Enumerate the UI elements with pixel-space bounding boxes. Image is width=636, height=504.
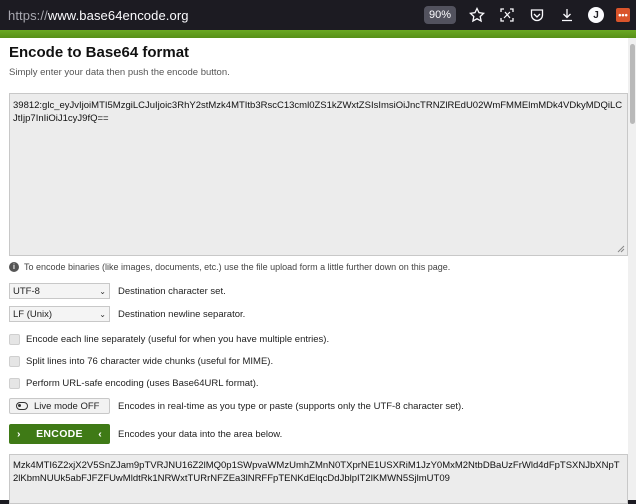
chevron-down-icon: ⌄ xyxy=(99,309,106,319)
newline-select[interactable]: LF (Unix) ⌄ xyxy=(9,306,110,322)
header-strip xyxy=(0,30,636,38)
zoom-indicator[interactable]: 90% xyxy=(423,6,456,24)
chevron-down-icon: ⌄ xyxy=(99,286,106,296)
live-mode-label: Live mode OFF xyxy=(34,400,100,412)
url-safe-row: Perform URL-safe encoding (uses Base64UR… xyxy=(9,378,619,389)
bookmark-star-icon[interactable] xyxy=(468,6,486,24)
page-title: Encode to Base64 format xyxy=(9,44,190,61)
encode-panel: Encode to Base64 format Simply enter you… xyxy=(0,38,628,504)
pocket-icon[interactable] xyxy=(528,6,546,24)
source-input-text: 39812:glc_eyJvIjoiMTI5MzgiLCJuIjoic3RhY2… xyxy=(13,100,623,124)
url-scheme: https:// xyxy=(8,7,48,23)
account-avatar[interactable]: J xyxy=(588,7,604,23)
browser-toolbar: https://www.base64encode.org 90% J ••• xyxy=(0,0,636,30)
encode-button-label: ENCODE xyxy=(36,428,83,440)
split-lines-label[interactable]: Split lines into 76 character wide chunk… xyxy=(26,356,273,367)
charset-row: UTF-8 ⌄ Destination character set. xyxy=(9,283,619,299)
charset-label: Destination character set. xyxy=(118,285,226,297)
split-lines-row: Split lines into 76 character wide chunk… xyxy=(9,356,619,367)
encode-row: › ENCODE ‹ Encodes your data into the ar… xyxy=(9,424,619,444)
screenshot-icon[interactable] xyxy=(498,6,516,24)
split-lines-checkbox[interactable] xyxy=(9,356,20,367)
url-safe-label[interactable]: Perform URL-safe encoding (uses Base64UR… xyxy=(26,378,259,389)
downloads-icon[interactable] xyxy=(558,6,576,24)
chevron-left-icon: ‹ xyxy=(98,428,102,440)
charset-select[interactable]: UTF-8 ⌄ xyxy=(9,283,110,299)
extension-icon[interactable]: ••• xyxy=(616,8,630,22)
page-subtitle: Simply enter your data then push the enc… xyxy=(9,67,230,78)
address-bar[interactable]: https://www.base64encode.org xyxy=(8,8,189,23)
url-safe-checkbox[interactable] xyxy=(9,378,20,389)
page-scrollbar[interactable] xyxy=(628,38,636,500)
live-mode-description: Encodes in real-time as you type or past… xyxy=(118,400,464,412)
newline-label: Destination newline separator. xyxy=(118,308,246,320)
encode-button[interactable]: › ENCODE ‹ xyxy=(9,424,110,444)
chevron-right-icon: › xyxy=(17,428,21,440)
info-icon: i xyxy=(9,262,19,272)
source-input[interactable]: 39812:glc_eyJvIjoiMTI5MzgiLCJuIjoic3RhY2… xyxy=(9,93,628,256)
result-output[interactable]: Mzk4MTI6Z2xjX2V5SnZJam9pTVRJNU16Z2lMQ0p1… xyxy=(9,454,628,504)
encode-description: Encodes your data into the area below. xyxy=(118,428,283,440)
binary-note-text: To encode binaries (like images, documen… xyxy=(24,262,451,272)
each-line-row: Encode each line separately (useful for … xyxy=(9,334,619,345)
url-host: www.base64encode.org xyxy=(47,7,189,23)
toggle-icon xyxy=(16,402,28,410)
newline-value: LF (Unix) xyxy=(13,308,53,320)
page-background: Encode to Base64 format Simply enter you… xyxy=(0,30,636,504)
newline-row: LF (Unix) ⌄ Destination newline separato… xyxy=(9,306,619,322)
live-mode-row: Live mode OFF Encodes in real-time as yo… xyxy=(9,398,619,414)
scrollbar-thumb[interactable] xyxy=(630,44,635,124)
each-line-checkbox[interactable] xyxy=(9,334,20,345)
resize-grip-icon[interactable] xyxy=(615,243,625,253)
result-output-text: Mzk4MTI6Z2xjX2V5SnZJam9pTVRJNU16Z2lMQ0p1… xyxy=(13,460,620,484)
live-mode-toggle[interactable]: Live mode OFF xyxy=(9,398,110,414)
each-line-label[interactable]: Encode each line separately (useful for … xyxy=(26,334,329,345)
binary-note: i To encode binaries (like images, docum… xyxy=(9,262,619,272)
charset-value: UTF-8 xyxy=(13,285,40,297)
